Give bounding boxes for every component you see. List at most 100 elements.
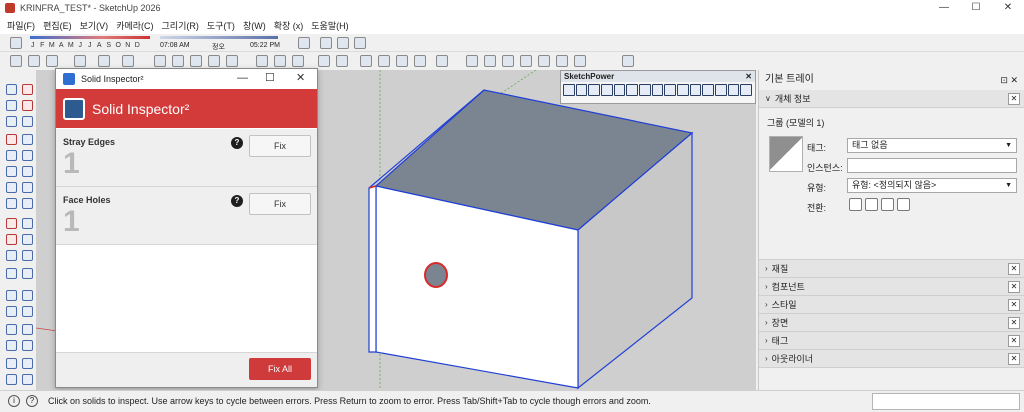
menu-help[interactable]: 도움말(H) [311, 19, 348, 32]
zoom-extents-icon[interactable] [378, 55, 390, 67]
rectangle-tool-icon[interactable] [6, 150, 17, 161]
tag-select[interactable]: 태그 없음 ▼ [847, 138, 1017, 153]
front-view-icon[interactable] [502, 55, 514, 67]
iso-view-icon[interactable] [466, 55, 478, 67]
select-tool-icon[interactable] [6, 84, 17, 95]
shadow-settings-icon[interactable] [10, 37, 22, 49]
entity-info-header[interactable]: ∨ 개체 정보 ✕ [759, 90, 1024, 108]
look-tool-icon[interactable] [22, 340, 33, 351]
instance-field[interactable] [847, 158, 1017, 173]
tray-panel-components[interactable]: › 컴포넌트 ✕ [759, 278, 1024, 296]
time-slider[interactable] [160, 36, 278, 39]
sketchpower-frame-icon[interactable] [626, 84, 639, 96]
back-view-icon[interactable] [538, 55, 550, 67]
paint-tool-icon[interactable] [6, 100, 17, 111]
lock-icon[interactable] [865, 198, 878, 211]
maximize-button[interactable]: ☐ [960, 0, 992, 16]
protractor-tool-icon[interactable] [6, 290, 17, 301]
offset-tool-icon[interactable] [22, 250, 33, 261]
sketchpower-close-button[interactable]: ✕ [745, 71, 752, 82]
stray-edge-face[interactable] [368, 185, 377, 353]
zoom-tool-icon[interactable] [6, 358, 17, 369]
axes-tool-icon[interactable] [6, 306, 17, 317]
zoom-icon[interactable] [360, 55, 372, 67]
sketchpower-pen-icon[interactable] [677, 84, 689, 96]
fix-all-button[interactable]: Fix All [249, 358, 311, 380]
menu-extensions[interactable]: 확장 (x) [274, 19, 304, 32]
close-icon[interactable]: ✕ [1008, 335, 1020, 347]
menu-draw[interactable]: 그리기(R) [162, 19, 199, 32]
zoom-extents-tool-icon[interactable] [6, 374, 17, 385]
orbit-icon[interactable] [318, 55, 330, 67]
fix-face-holes-button[interactable]: Fix [249, 193, 311, 215]
sketchpower-cube-icon[interactable] [613, 84, 626, 96]
line-tool-icon[interactable] [74, 55, 86, 67]
material-swatch[interactable] [769, 136, 803, 172]
sketchpower-cube2-icon[interactable] [740, 84, 753, 96]
group-tool-icon[interactable] [22, 116, 33, 127]
rotate-icon[interactable] [190, 55, 202, 67]
tray-title-buttons[interactable]: ⊡ ✕ [1000, 70, 1018, 90]
menu-view[interactable]: 보기(V) [80, 19, 109, 32]
sketchpower-text-icon[interactable] [702, 84, 715, 96]
extension-icon[interactable] [436, 55, 448, 67]
fix-stray-edges-button[interactable]: Fix [249, 135, 311, 157]
sketchpower-ruler-icon[interactable] [664, 84, 677, 96]
3dtext-tool-icon[interactable] [22, 306, 33, 317]
close-icon[interactable]: ✕ [1008, 353, 1020, 365]
component-tool-icon[interactable] [6, 116, 17, 127]
tray-panel-scenes[interactable]: › 장면 ✕ [759, 314, 1024, 332]
close-icon[interactable]: ✕ [1008, 281, 1020, 293]
arc2-tool-icon[interactable] [22, 182, 33, 193]
cast-shadow-icon[interactable] [897, 198, 910, 211]
followme-tool-icon[interactable] [22, 234, 33, 245]
sketchpower-select-icon[interactable] [575, 84, 588, 96]
zoom-window-icon[interactable] [22, 358, 33, 369]
tray-panel-outliner[interactable]: › 아웃라이너 ✕ [759, 350, 1024, 368]
visibility-eye-icon[interactable] [849, 198, 862, 211]
offset-icon[interactable] [226, 55, 238, 67]
move-tool-icon[interactable] [6, 218, 17, 229]
menu-file[interactable]: 파일(F) [7, 19, 35, 32]
freehand-tool-icon[interactable] [22, 134, 33, 145]
tape-measure-icon[interactable] [256, 55, 268, 67]
face-hole-error[interactable] [424, 262, 448, 288]
measurements-box[interactable] [872, 393, 1020, 410]
section-plane-icon[interactable] [396, 55, 408, 67]
help-icon[interactable]: ? [26, 395, 38, 407]
menu-window[interactable]: 창(W) [243, 19, 266, 32]
select-icon[interactable] [28, 55, 40, 67]
close-window-button[interactable]: ✕ [992, 0, 1024, 16]
type-select[interactable]: 유형: <정의되지 않음> ▼ [847, 178, 1017, 193]
rotate-tool-icon[interactable] [6, 234, 17, 245]
dialog-close-button[interactable]: ✕ [296, 71, 305, 85]
circle-tool-icon[interactable] [6, 166, 17, 177]
warehouse-icon[interactable] [414, 55, 426, 67]
eraser-icon[interactable] [354, 37, 366, 49]
sketchpower-box2-icon[interactable] [639, 84, 651, 96]
polygon-tool-icon[interactable] [22, 166, 33, 177]
sketchpower-frame2-icon[interactable] [715, 84, 727, 96]
menu-tools[interactable]: 도구(T) [207, 19, 235, 32]
sketchpower-corner-icon[interactable] [689, 84, 702, 96]
help-icon[interactable]: ? [231, 195, 243, 207]
help-icon[interactable]: ? [231, 137, 243, 149]
tray-panel-tags[interactable]: › 태그 ✕ [759, 332, 1024, 350]
arc3-tool-icon[interactable] [6, 198, 17, 209]
close-icon[interactable]: ✕ [1008, 317, 1020, 329]
eraser-alt-icon[interactable] [22, 100, 33, 111]
scale-icon[interactable] [208, 55, 220, 67]
paint-icon[interactable] [320, 37, 332, 49]
text-tool-icon[interactable] [274, 55, 286, 67]
previous-view-icon[interactable] [22, 374, 33, 385]
bottom-view-icon[interactable] [574, 55, 586, 67]
sketchpower-wand-icon[interactable] [588, 84, 601, 96]
close-icon[interactable]: ✕ [1008, 299, 1020, 311]
dialog-maximize-button[interactable]: ☐ [265, 71, 275, 85]
info-icon[interactable]: i [8, 395, 20, 407]
text-tool-icon[interactable] [22, 290, 33, 301]
menu-edit[interactable]: 편집(E) [43, 19, 72, 32]
pan-icon[interactable] [336, 55, 348, 67]
arc-tool-icon[interactable] [6, 182, 17, 193]
arc-tool-icon[interactable] [98, 55, 110, 67]
